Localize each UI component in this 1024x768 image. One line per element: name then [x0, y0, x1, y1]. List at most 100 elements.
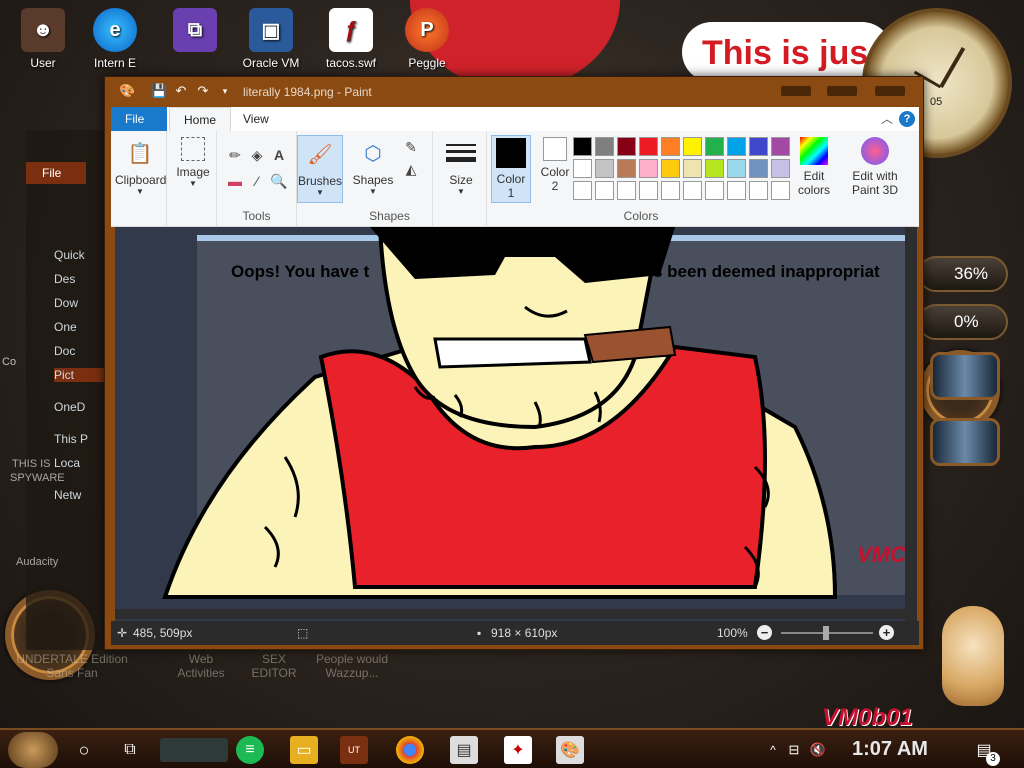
desktop-icon-user[interactable]: ☻ User — [8, 8, 78, 70]
paint-titlebar[interactable]: 🎨 💾 ↶ ↷ ▾ literally 1984.png - Paint — [105, 77, 923, 107]
gauge-tube — [930, 352, 1000, 400]
taskbar: ○ ⧉ ≡ ▭ UT ▤ ✦ 🎨 ^ ⊟ 🔇 1:07 AM ▤ 3 — [0, 728, 1024, 768]
document-viewer-icon[interactable]: ▤ — [450, 736, 478, 764]
visual-studio-icon: ⧉ — [173, 8, 217, 52]
zoom-out-button[interactable]: − — [757, 625, 772, 640]
tab-file[interactable]: File — [111, 107, 167, 131]
image-button[interactable]: Image ▼ — [171, 135, 215, 188]
help-icon[interactable]: ? — [899, 111, 915, 127]
tab-home[interactable]: Home — [169, 107, 232, 131]
magnifier-icon[interactable]: 🔍 — [269, 171, 289, 191]
shapes-icon: ⬡ — [364, 142, 382, 165]
redo-icon[interactable]: ↷ — [195, 83, 211, 99]
network-icon[interactable]: ⊟ — [784, 736, 804, 764]
clock-number: 05 — [930, 96, 943, 108]
tools-group-label: Tools — [242, 209, 271, 223]
edge-icon: e — [93, 8, 137, 52]
desktop-icon-label: tacos.swf — [325, 56, 376, 70]
dropdown-arrow-icon: ▼ — [136, 187, 144, 196]
close-button[interactable] — [875, 86, 905, 96]
desktop-icon-edge[interactable]: e Intern E — [80, 8, 150, 70]
drawing-canvas[interactable]: Oops! You have t s been deemed inappropr… — [115, 227, 905, 623]
canvas-drawing: Oops! You have t s been deemed inappropr… — [162, 227, 905, 599]
faded-desktop-label: Web Activities — [177, 652, 225, 680]
image-size-icon: ▪ — [477, 626, 482, 640]
ram-meter-value: 0% — [954, 312, 979, 331]
cortana-icon[interactable]: ○ — [70, 736, 98, 764]
brush-icon: 🖌 — [307, 143, 333, 166]
task-view-icon[interactable]: ⧉ — [116, 736, 144, 764]
taskbar-clock[interactable]: 1:07 AM — [852, 738, 928, 761]
maximize-button[interactable] — [827, 86, 857, 96]
chrome-icon[interactable] — [396, 736, 424, 764]
file-explorer-icon[interactable]: ▭ — [290, 736, 318, 764]
shapes-label: Shapes — [352, 173, 394, 187]
shapes-group: ⬡ Shapes ▼ ✎ ◭ Shapes — [347, 131, 433, 227]
zoom-slider-thumb[interactable] — [823, 626, 829, 640]
image-label: Image — [176, 165, 210, 179]
desktop-icon-peggle[interactable]: P Peggle — [392, 8, 462, 70]
adobe-icon[interactable]: ✦ — [504, 736, 532, 764]
show-hidden-icons[interactable]: ^ — [766, 736, 780, 764]
tab-view[interactable]: View — [229, 107, 283, 131]
clipboard-button[interactable]: 📋 Clipboard ▼ — [115, 135, 167, 197]
shapes-group-label: Shapes — [369, 209, 410, 223]
user-folder-icon: ☻ — [21, 8, 65, 52]
canvas-caption-right: s been deemed inappropriat — [653, 262, 880, 281]
fill-shape-icon[interactable]: ◭ — [401, 159, 421, 179]
zoom-level: 100% — [717, 626, 748, 640]
cursor-position: 485, 509px — [133, 626, 193, 640]
ribbon: 📋 Clipboard ▼ Image ▼ ✏ ◈ A ▬ ⁄ 🔍 Tools … — [111, 131, 919, 227]
image-group: Image ▼ — [169, 131, 217, 227]
undertale-icon[interactable]: UT — [340, 736, 368, 764]
peggle-icon: P — [405, 8, 449, 52]
pencil-icon[interactable]: ✏ — [225, 145, 245, 165]
brushes-label: Brushes — [298, 174, 343, 188]
desktop-icon-visual-studio[interactable]: ⧉ — [160, 8, 230, 56]
ribbon-tabs: File Home View ︿ ? — [111, 107, 919, 131]
clipboard-label: Clipboard — [115, 173, 167, 187]
dropdown-arrow-icon: ▼ — [189, 179, 197, 188]
colors-group: Colors — [441, 131, 841, 227]
outline-icon[interactable]: ✎ — [401, 137, 421, 157]
explorer-file-tab[interactable]: File — [26, 162, 86, 184]
collapse-ribbon-icon[interactable]: ︿ — [881, 110, 893, 127]
gauge-tube — [930, 418, 1000, 466]
ram-meter: 0% — [918, 304, 1008, 340]
eraser-icon[interactable]: ▬ — [225, 171, 245, 191]
save-icon[interactable]: 💾 — [151, 83, 167, 99]
horizontal-scrollbar[interactable] — [115, 609, 905, 619]
vertical-scrollbar[interactable] — [905, 227, 917, 623]
clipboard-group: 📋 Clipboard ▼ — [111, 131, 167, 227]
text-icon[interactable]: A — [269, 145, 289, 165]
minimize-button[interactable] — [781, 86, 811, 96]
search-box[interactable] — [160, 738, 228, 762]
undo-icon[interactable]: ↶ — [173, 83, 189, 99]
desktop-icon-virtualbox[interactable]: ▣ Oracle VM — [236, 8, 306, 70]
zoom-in-button[interactable]: + — [879, 625, 894, 640]
edit-with-paint3d-button[interactable]: Edit with Paint 3D — [845, 135, 905, 197]
faded-desktop-label: SEX EDITOR — [251, 652, 297, 680]
status-bar: ✛ 485, 509px ⬚ ▪ 918 × 610px 100% − + — [111, 621, 919, 645]
start-button[interactable] — [8, 732, 58, 768]
cpu-meter-value: 36% — [954, 264, 989, 283]
spotify-icon[interactable]: ≡ — [236, 736, 264, 764]
paint-icon[interactable]: 🎨 — [556, 736, 584, 764]
swf-file-icon: ƒ — [329, 8, 373, 52]
desktop-icon-tacos-swf[interactable]: ƒ tacos.swf — [316, 8, 386, 70]
desktop-icon-label: Oracle VM — [242, 56, 300, 70]
customize-quick-access-icon[interactable]: ▾ — [217, 83, 233, 99]
brushes-button[interactable]: 🖌 Brushes ▼ — [297, 135, 343, 203]
desktop-label: Audacity — [16, 556, 59, 568]
canvas-watermark: VMC — [857, 542, 905, 567]
fill-icon[interactable]: ◈ — [247, 145, 267, 165]
shapes-button[interactable]: ⬡ Shapes ▼ — [351, 135, 395, 197]
cpu-meter: 36% — [918, 256, 1008, 292]
color-picker-icon[interactable]: ⁄ — [247, 171, 267, 191]
dropdown-arrow-icon: ▼ — [316, 188, 324, 197]
banner-text: This is jus — [682, 22, 892, 82]
volume-muted-icon[interactable]: 🔇 — [808, 736, 828, 764]
window-title: literally 1984.png - Paint — [243, 85, 372, 99]
background-explorer-window: File Quick Des Dow One Doc Pict OneD Thi… — [26, 130, 114, 650]
desktop-label: SPYWARE — [10, 472, 65, 484]
